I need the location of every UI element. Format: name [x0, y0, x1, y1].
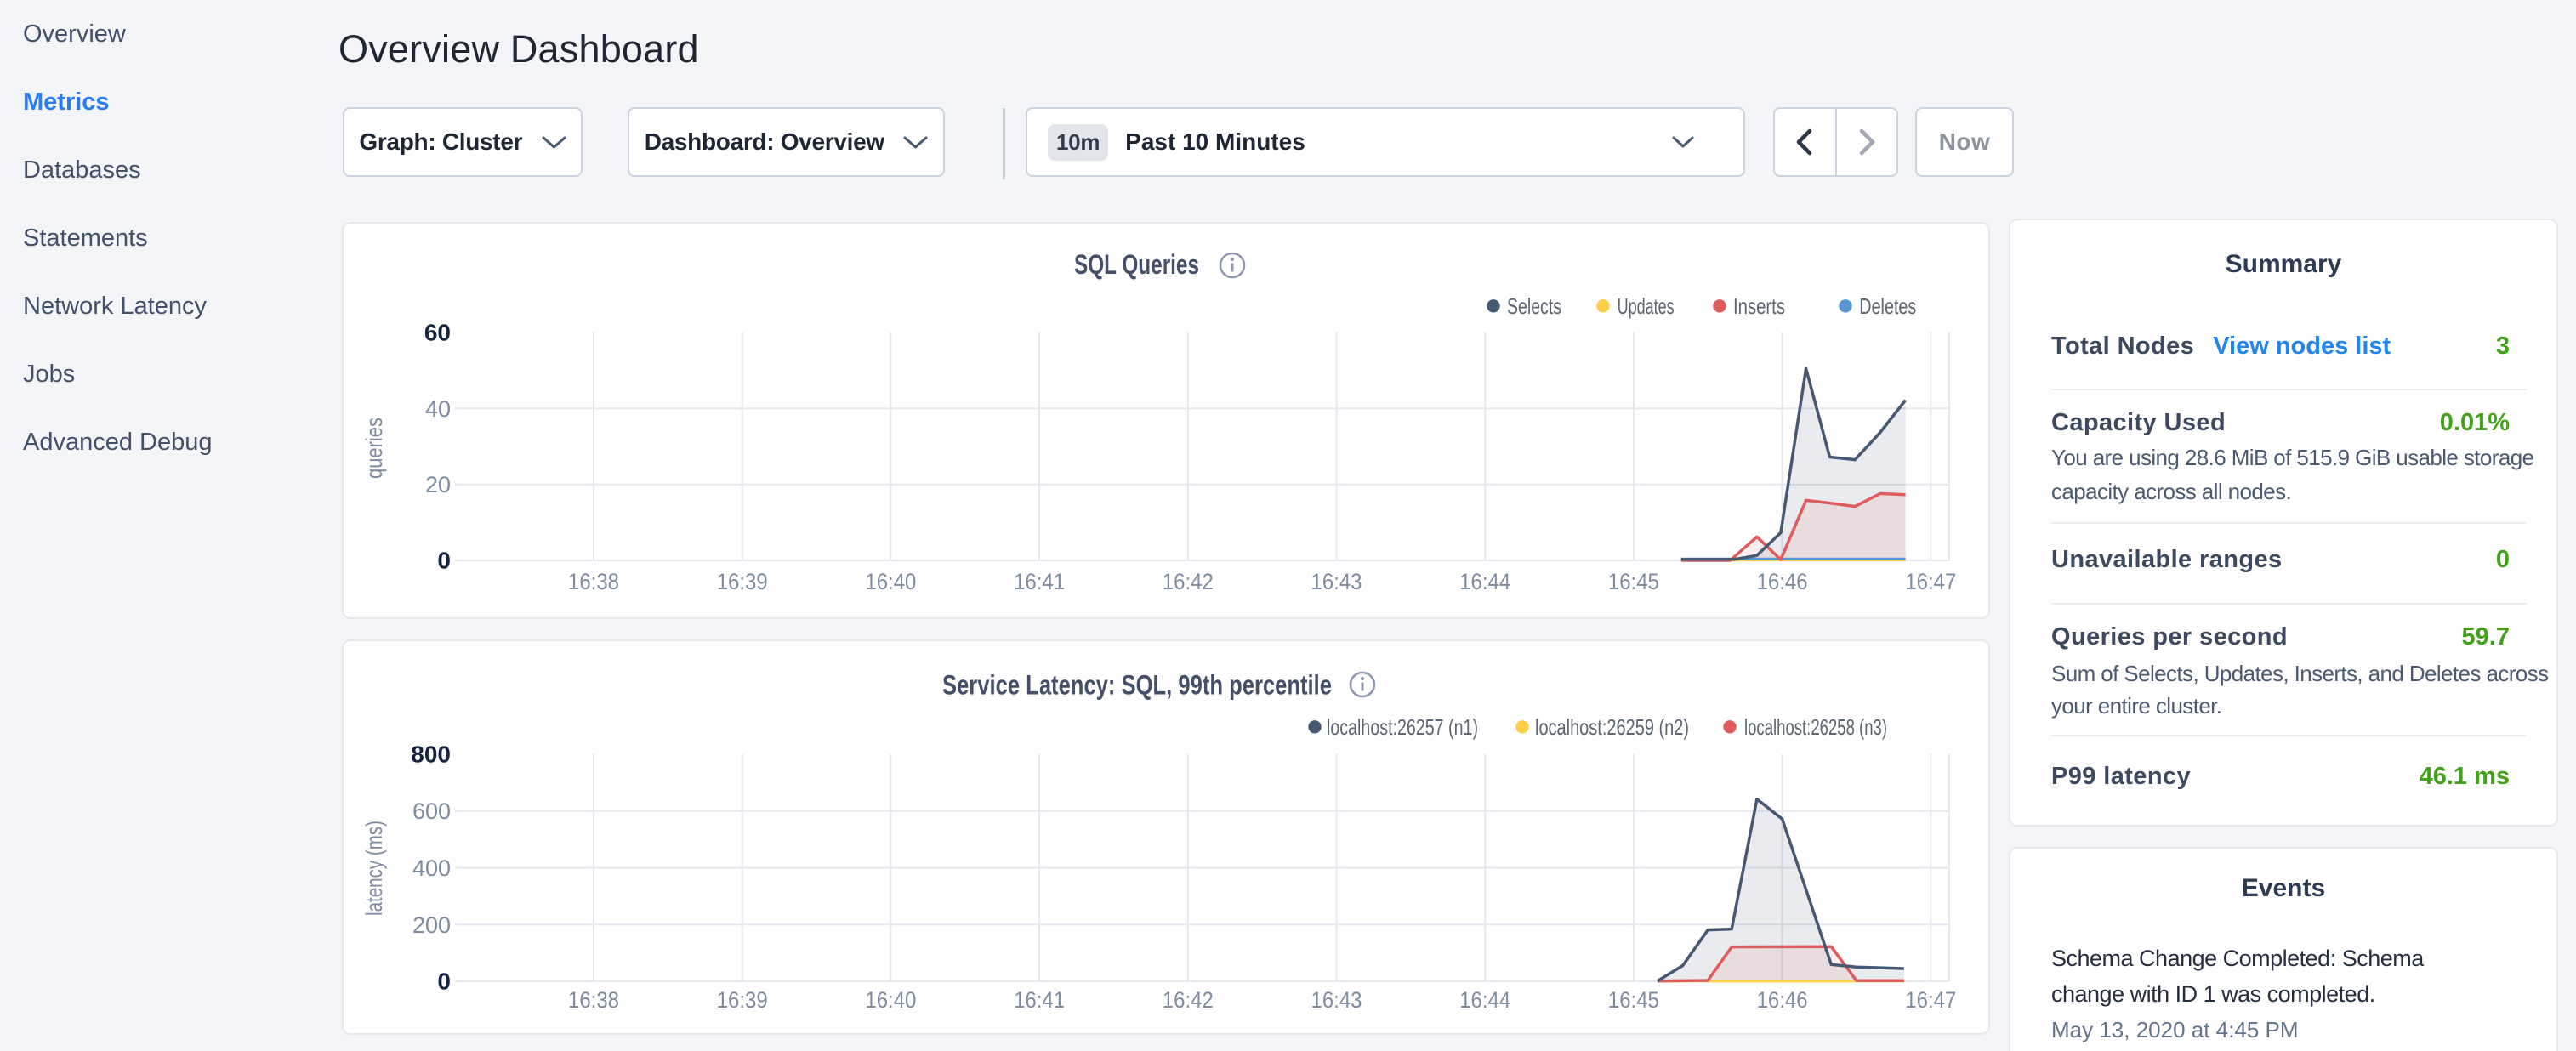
- svg-text:200: 200: [412, 912, 451, 938]
- svg-text:40: 40: [425, 396, 451, 422]
- svg-text:16:39: 16:39: [717, 987, 768, 1013]
- svg-text:16:46: 16:46: [1757, 569, 1808, 594]
- svg-text:16:42: 16:42: [1163, 987, 1214, 1013]
- svg-text:16:47: 16:47: [1905, 569, 1956, 594]
- svg-text:60: 60: [424, 320, 451, 346]
- svg-text:0: 0: [437, 969, 451, 995]
- svg-text:Service Latency: SQL, 99th per: Service Latency: SQL, 99th percentile: [942, 670, 1332, 701]
- svg-text:16:44: 16:44: [1459, 987, 1510, 1013]
- svg-text:16:41: 16:41: [1014, 987, 1065, 1013]
- svg-text:16:40: 16:40: [865, 987, 916, 1013]
- svg-text:16:45: 16:45: [1608, 987, 1659, 1013]
- svg-text:latency (ms): latency (ms): [361, 821, 387, 916]
- svg-text:16:46: 16:46: [1757, 987, 1808, 1013]
- svg-text:16:44: 16:44: [1459, 569, 1510, 594]
- svg-text:16:45: 16:45: [1608, 569, 1659, 594]
- svg-text:16:47: 16:47: [1905, 987, 1956, 1013]
- svg-text:16:38: 16:38: [568, 569, 619, 594]
- svg-text:16:38: 16:38: [568, 987, 619, 1013]
- svg-text:Updates: Updates: [1618, 293, 1675, 319]
- svg-text:localhost:26258 (n3): localhost:26258 (n3): [1744, 714, 1887, 740]
- svg-text:400: 400: [412, 855, 451, 881]
- svg-text:16:40: 16:40: [865, 569, 916, 594]
- svg-text:localhost:26257 (n1): localhost:26257 (n1): [1327, 714, 1478, 740]
- svg-text:localhost:26259 (n2): localhost:26259 (n2): [1535, 714, 1689, 740]
- svg-text:SQL Queries: SQL Queries: [1074, 249, 1199, 280]
- svg-text:queries: queries: [361, 418, 387, 479]
- svg-text:600: 600: [412, 798, 451, 824]
- svg-text:0: 0: [437, 548, 451, 574]
- svg-text:16:39: 16:39: [717, 569, 768, 594]
- svg-text:20: 20: [425, 472, 451, 497]
- svg-text:800: 800: [411, 741, 451, 768]
- svg-text:16:41: 16:41: [1014, 569, 1065, 594]
- svg-text:16:43: 16:43: [1311, 569, 1362, 594]
- svg-text:Deletes: Deletes: [1859, 293, 1916, 319]
- svg-text:16:42: 16:42: [1163, 569, 1214, 594]
- svg-text:16:43: 16:43: [1311, 987, 1362, 1013]
- svg-text:Inserts: Inserts: [1733, 293, 1785, 319]
- svg-text:Selects: Selects: [1507, 293, 1561, 319]
